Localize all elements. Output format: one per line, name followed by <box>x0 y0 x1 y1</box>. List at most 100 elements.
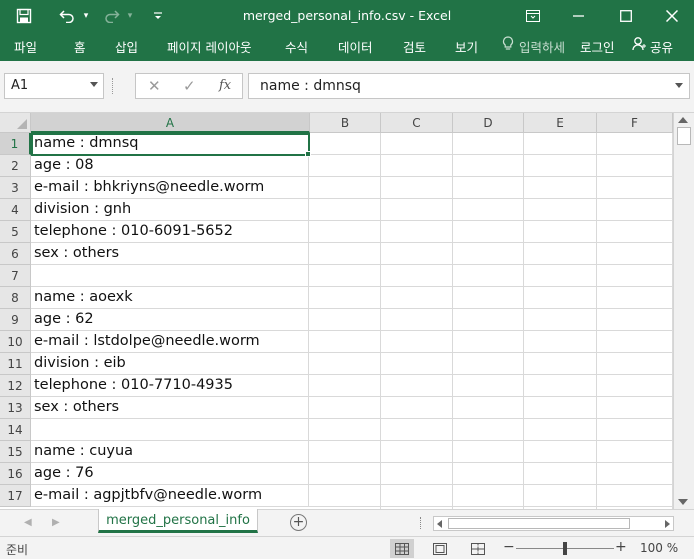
cancel-icon[interactable]: ✕ <box>148 77 161 95</box>
add-sheet-icon[interactable]: + <box>290 514 307 531</box>
maximize-icon[interactable] <box>611 0 641 31</box>
undo-dropdown-icon[interactable]: ▾ <box>80 0 92 31</box>
vertical-scrollbar[interactable] <box>673 113 694 509</box>
column-header-e[interactable]: E <box>524 113 597 133</box>
scroll-left-icon[interactable] <box>437 520 442 528</box>
table-row: age : 76 <box>31 463 672 485</box>
tab-data[interactable]: 데이터 <box>338 37 373 56</box>
tab-file[interactable]: 파일 <box>14 37 37 56</box>
scroll-up-icon[interactable] <box>678 117 688 123</box>
horizontal-scroll-thumb[interactable] <box>448 518 630 529</box>
cell-a[interactable]: age : 62 <box>31 309 309 331</box>
row-header[interactable]: 9 <box>0 309 31 331</box>
vertical-scroll-thumb[interactable] <box>677 127 691 145</box>
cell-a[interactable]: name : cuyua <box>31 441 309 463</box>
table-row: name : aoexk <box>31 287 672 309</box>
worksheet-grid[interactable]: A B C D E F 1 name : dmnsq 2 age : 08 3 e-mai… <box>0 113 694 509</box>
row-header[interactable]: 3 <box>0 177 31 199</box>
row-header[interactable]: 5 <box>0 221 31 243</box>
sheet-tab-bar: ◀ ▶ merged_personal_info + <box>0 509 694 536</box>
insert-function-icon[interactable]: fx <box>219 78 231 93</box>
row-header[interactable]: 13 <box>0 397 31 419</box>
formula-bar: A1 ✕ ✓ fx name : dmnsq <box>0 61 694 113</box>
cell-a[interactable] <box>31 419 309 441</box>
cell-a[interactable]: sex : others <box>31 397 309 419</box>
share-button[interactable]: 공유 <box>650 37 673 56</box>
cell-a[interactable] <box>31 265 309 287</box>
row-header[interactable]: 17 <box>0 485 31 507</box>
page-layout-view-icon[interactable] <box>428 539 452 558</box>
cell-a[interactable]: age : 08 <box>31 155 309 177</box>
row-header[interactable]: 14 <box>0 419 31 441</box>
row-header[interactable]: 6 <box>0 243 31 265</box>
title-bar: ▾ ▾ merged_personal_info.csv - Excel <box>0 0 694 31</box>
cell-a[interactable]: e-mail : lstdolpe@needle.worm <box>31 331 309 353</box>
enter-icon[interactable]: ✓ <box>183 77 196 95</box>
row-header[interactable]: 1 <box>0 133 31 155</box>
expand-formula-bar-icon[interactable] <box>675 83 683 88</box>
zoom-level[interactable]: 100 % <box>640 541 678 555</box>
row-header[interactable]: 7 <box>0 265 31 287</box>
tab-review[interactable]: 검토 <box>403 37 426 56</box>
cell-a[interactable]: age : 76 <box>31 463 309 485</box>
table-row: e-mail : lstdolpe@needle.worm <box>31 331 672 353</box>
tab-formulas[interactable]: 수식 <box>285 37 308 56</box>
column-header-f[interactable]: F <box>597 113 673 133</box>
save-icon[interactable] <box>8 0 40 31</box>
cell-a[interactable]: e-mail : agpjtbfv@needle.worm <box>31 485 309 507</box>
customize-toolbar-icon[interactable] <box>150 0 166 31</box>
login-link[interactable]: 로그인 <box>580 37 615 56</box>
close-icon[interactable] <box>657 0 687 31</box>
tab-home[interactable]: 홈 <box>74 37 86 56</box>
horizontal-scrollbar[interactable] <box>433 516 674 531</box>
row-header[interactable]: 12 <box>0 375 31 397</box>
tell-me-box[interactable]: 입력하세 <box>519 37 565 56</box>
row-header[interactable]: 15 <box>0 441 31 463</box>
row-header[interactable]: 10 <box>0 331 31 353</box>
table-row: telephone : 010-7710-4935 <box>31 375 672 397</box>
tab-split-handle[interactable] <box>420 517 424 529</box>
previous-sheet-icon[interactable]: ◀ <box>24 517 32 528</box>
sheet-tab-active[interactable]: merged_personal_info <box>98 509 258 533</box>
formula-bar-divider <box>112 78 114 94</box>
cell-a[interactable]: name : aoexk <box>31 287 309 309</box>
minimize-icon[interactable] <box>564 0 594 31</box>
cell-a[interactable]: telephone : 010-6091-5652 <box>31 221 309 243</box>
fill-handle[interactable] <box>305 151 311 157</box>
name-box[interactable]: A1 <box>4 73 104 99</box>
window-title: merged_personal_info.csv - Excel <box>242 8 452 23</box>
cell-a[interactable]: e-mail : bhkriyns@needle.worm <box>31 177 309 199</box>
tab-page-layout[interactable]: 페이지 레이아웃 <box>167 37 251 56</box>
row-header[interactable]: 11 <box>0 353 31 375</box>
ribbon-display-options-icon[interactable] <box>518 0 548 31</box>
cell-a[interactable]: sex : others <box>31 243 309 265</box>
page-break-preview-icon[interactable] <box>466 539 490 558</box>
column-header-b[interactable]: B <box>310 113 381 133</box>
cell-a[interactable]: division : gnh <box>31 199 309 221</box>
next-sheet-icon[interactable]: ▶ <box>52 517 60 528</box>
select-all-button[interactable] <box>0 113 31 133</box>
row-header[interactable]: 4 <box>0 199 31 221</box>
tab-insert[interactable]: 삽입 <box>115 37 138 56</box>
row-header[interactable]: 8 <box>0 287 31 309</box>
table-row: age : 62 <box>31 309 672 331</box>
row-header[interactable]: 2 <box>0 155 31 177</box>
undo-icon[interactable] <box>56 0 78 31</box>
tab-view[interactable]: 보기 <box>455 37 478 56</box>
scroll-right-icon[interactable] <box>665 520 670 528</box>
column-header-a[interactable]: A <box>31 113 310 133</box>
redo-dropdown-icon: ▾ <box>127 10 133 21</box>
formula-input[interactable]: name : dmnsq <box>248 73 690 99</box>
cell-a[interactable]: division : eib <box>31 353 309 375</box>
cell-a[interactable]: telephone : 010-7710-4935 <box>31 375 309 397</box>
column-header-d[interactable]: D <box>453 113 524 133</box>
share-icon[interactable] <box>632 36 646 55</box>
column-header-c[interactable]: C <box>381 113 453 133</box>
scroll-down-icon[interactable] <box>678 499 688 505</box>
zoom-out-button[interactable]: − <box>503 539 515 555</box>
name-box-dropdown-icon[interactable] <box>90 82 98 87</box>
zoom-in-button[interactable]: + <box>615 539 627 555</box>
row-header[interactable]: 16 <box>0 463 31 485</box>
zoom-slider-thumb[interactable] <box>563 542 567 555</box>
normal-view-icon[interactable] <box>390 539 414 558</box>
